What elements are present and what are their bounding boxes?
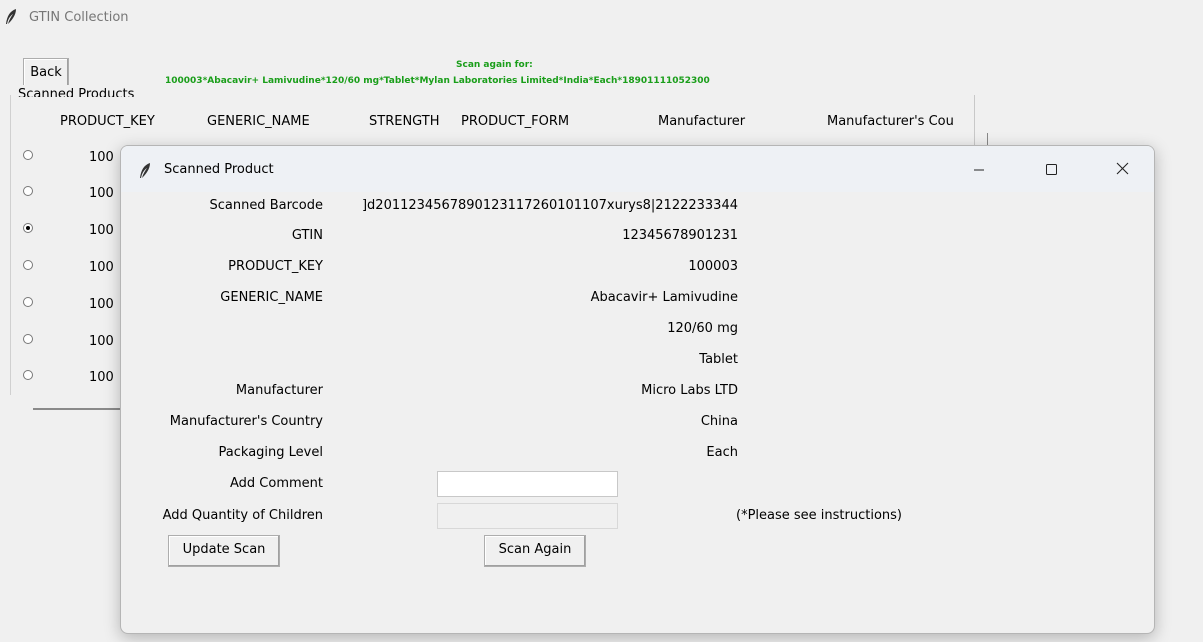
row-radio[interactable]: [23, 150, 33, 160]
field-value-generic-name: Abacavir+ Lamivudine: [590, 290, 738, 305]
close-icon: [1116, 162, 1129, 175]
row-radio[interactable]: [23, 297, 33, 307]
field-value-strength: 120/60 mg: [667, 321, 738, 336]
add-comment-label: Add Comment: [230, 476, 323, 491]
field-value-manufacturer: Micro Labs LTD: [641, 383, 738, 398]
feather-icon: [140, 163, 150, 178]
field-value-gtin: 12345678901231: [622, 228, 738, 243]
scanned-product-dialog: Scanned Product Scanned Barcode ]d201123…: [120, 145, 1155, 634]
field-label-manufacturer: Manufacturer: [235, 383, 323, 398]
instructions-note: (*Please see instructions): [736, 508, 902, 523]
row-product-key: 100: [89, 223, 114, 238]
row-product-key: 100: [89, 370, 114, 385]
column-header-strength: STRENGTH: [369, 114, 440, 129]
main-title-bar: GTIN Collection: [0, 0, 1203, 38]
field-value-packaging-level: Each: [706, 445, 738, 460]
row-product-key: 100: [89, 334, 114, 349]
minimize-button[interactable]: [957, 156, 1001, 182]
scan-again-title: Scan again for:: [456, 60, 533, 70]
field-label-scanned-barcode: Scanned Barcode: [209, 198, 323, 213]
field-label-product-key: PRODUCT_KEY: [228, 259, 323, 274]
row-product-key: 100: [89, 260, 114, 275]
field-value-manufacturer-country: China: [700, 414, 738, 429]
field-label-manufacturer-country: Manufacturer's Country: [169, 414, 323, 429]
add-comment-input[interactable]: [437, 471, 618, 497]
row-product-key: 100: [89, 186, 114, 201]
column-header-product-key: PRODUCT_KEY: [60, 114, 155, 129]
field-label-generic-name: GENERIC_NAME: [220, 290, 323, 305]
row-radio[interactable]: [23, 260, 33, 270]
field-value-product-form: Tablet: [699, 352, 738, 367]
feather-icon: [6, 9, 16, 24]
column-header-manufacturer-country: Manufacturer's Cou: [827, 114, 954, 129]
update-scan-button[interactable]: Update Scan: [168, 535, 280, 567]
row-radio[interactable]: [23, 334, 33, 344]
maximize-button[interactable]: [1029, 156, 1073, 182]
row-product-key: 100: [89, 297, 114, 312]
scanned-products-label: Scanned Products: [18, 85, 135, 97]
close-button[interactable]: [1101, 156, 1145, 182]
dialog-title-bar: Scanned Product: [121, 146, 1154, 192]
app-title: GTIN Collection: [29, 10, 129, 25]
field-value-product-key: 100003: [688, 259, 738, 274]
row-radio[interactable]: [23, 186, 33, 196]
row-radio[interactable]: [23, 370, 33, 380]
add-children-input[interactable]: [437, 503, 618, 529]
row-product-key: 100: [89, 150, 114, 165]
column-header-product-form: PRODUCT_FORM: [461, 114, 570, 129]
field-label-gtin: GTIN: [291, 228, 323, 243]
dialog-title: Scanned Product: [164, 162, 274, 177]
scan-again-detail: 100003*Abacavir+ Lamivudine*120/60 mg*Ta…: [165, 76, 710, 86]
field-value-scanned-barcode: ]d2011234567890123117260101107xurys8|212…: [361, 198, 738, 213]
row-radio-selected[interactable]: [23, 223, 33, 233]
horizontal-scrollbar[interactable]: [33, 408, 133, 410]
field-label-packaging-level: Packaging Level: [218, 445, 323, 460]
column-header-manufacturer: Manufacturer: [658, 114, 746, 129]
column-header-generic-name: GENERIC_NAME: [207, 114, 310, 129]
add-children-label: Add Quantity of Children: [162, 508, 323, 523]
scan-again-button[interactable]: Scan Again: [484, 535, 586, 567]
maximize-icon: [1046, 164, 1057, 175]
minimize-icon: [974, 169, 984, 171]
